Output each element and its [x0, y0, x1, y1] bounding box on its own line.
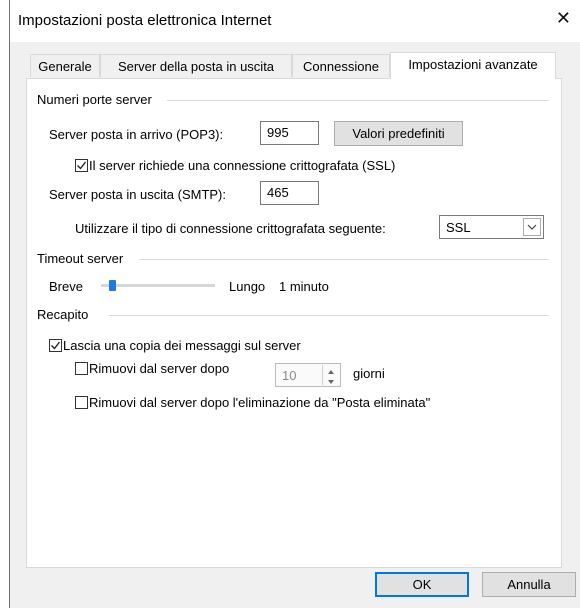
section-title-delivery: Recapito [37, 307, 93, 322]
timeout-short-label: Breve [49, 279, 83, 294]
default-values-button[interactable]: Valori predefiniti [334, 121, 463, 146]
tab-bar: Generale Server della posta in uscita Co… [10, 42, 580, 80]
checkmark-icon [77, 161, 87, 170]
remove-deleted-label: Rimuovi dal server dopo l'eliminazione d… [89, 395, 431, 410]
ssl-label: Il server richiede una connessione critt… [89, 158, 396, 173]
section-divider [167, 100, 549, 101]
tab-impostazioni-avanzate[interactable]: Impostazioni avanzate [390, 52, 556, 79]
outgoing-port-input[interactable]: 465 [260, 181, 319, 205]
encryption-type-value: SSL [446, 220, 471, 235]
remove-after-days-stepper[interactable]: 10 [275, 363, 341, 387]
timeout-value-label: 1 minuto [279, 279, 329, 294]
email-settings-dialog: Impostazioni posta elettronica Internet … [9, 0, 580, 608]
tab-server-posta-uscita[interactable]: Server della posta in uscita [100, 54, 292, 77]
stepper-up-icon[interactable] [323, 365, 339, 375]
chevron-down-icon[interactable] [523, 218, 541, 236]
section-divider [139, 259, 549, 260]
close-icon[interactable]: ✕ [556, 8, 571, 29]
keep-copy-label: Lascia una copia dei messaggi sul server [63, 338, 301, 353]
outgoing-server-label: Server posta in uscita (SMTP): [49, 187, 226, 202]
checkmark-icon [51, 341, 61, 350]
timeout-slider-track[interactable] [101, 284, 215, 287]
ok-button[interactable]: OK [375, 572, 469, 597]
keep-copy-checkbox[interactable] [49, 339, 62, 352]
tab-generale[interactable]: Generale [30, 54, 100, 77]
remove-deleted-checkbox[interactable] [75, 396, 88, 409]
tab-connessione[interactable]: Connessione [292, 54, 390, 77]
encryption-type-select[interactable]: SSL [439, 215, 544, 239]
title-bar: Impostazioni posta elettronica Internet … [10, 0, 580, 42]
encryption-type-label: Utilizzare il tipo di connessione critto… [75, 221, 386, 236]
remove-after-label: Rimuovi dal server dopo [89, 361, 230, 376]
cancel-button[interactable]: Annulla [482, 572, 576, 597]
dialog-title: Impostazioni posta elettronica Internet [18, 12, 272, 29]
section-divider [109, 315, 549, 316]
stepper-down-icon[interactable] [323, 375, 339, 385]
incoming-port-input[interactable]: 995 [260, 121, 319, 145]
section-title-timeout: Timeout server [37, 251, 128, 266]
tab-panel-advanced: Numeri porte server Server posta in arri… [26, 78, 562, 568]
incoming-server-label: Server posta in arrivo (POP3): [49, 127, 224, 142]
timeout-long-label: Lungo [229, 279, 266, 294]
remove-after-days-value: 10 [282, 368, 297, 383]
remove-after-checkbox[interactable] [75, 362, 88, 375]
section-title-ports: Numeri porte server [37, 92, 156, 107]
days-unit-label: giorni [353, 366, 385, 381]
timeout-slider-thumb[interactable] [109, 280, 117, 291]
ssl-checkbox[interactable] [75, 159, 88, 172]
